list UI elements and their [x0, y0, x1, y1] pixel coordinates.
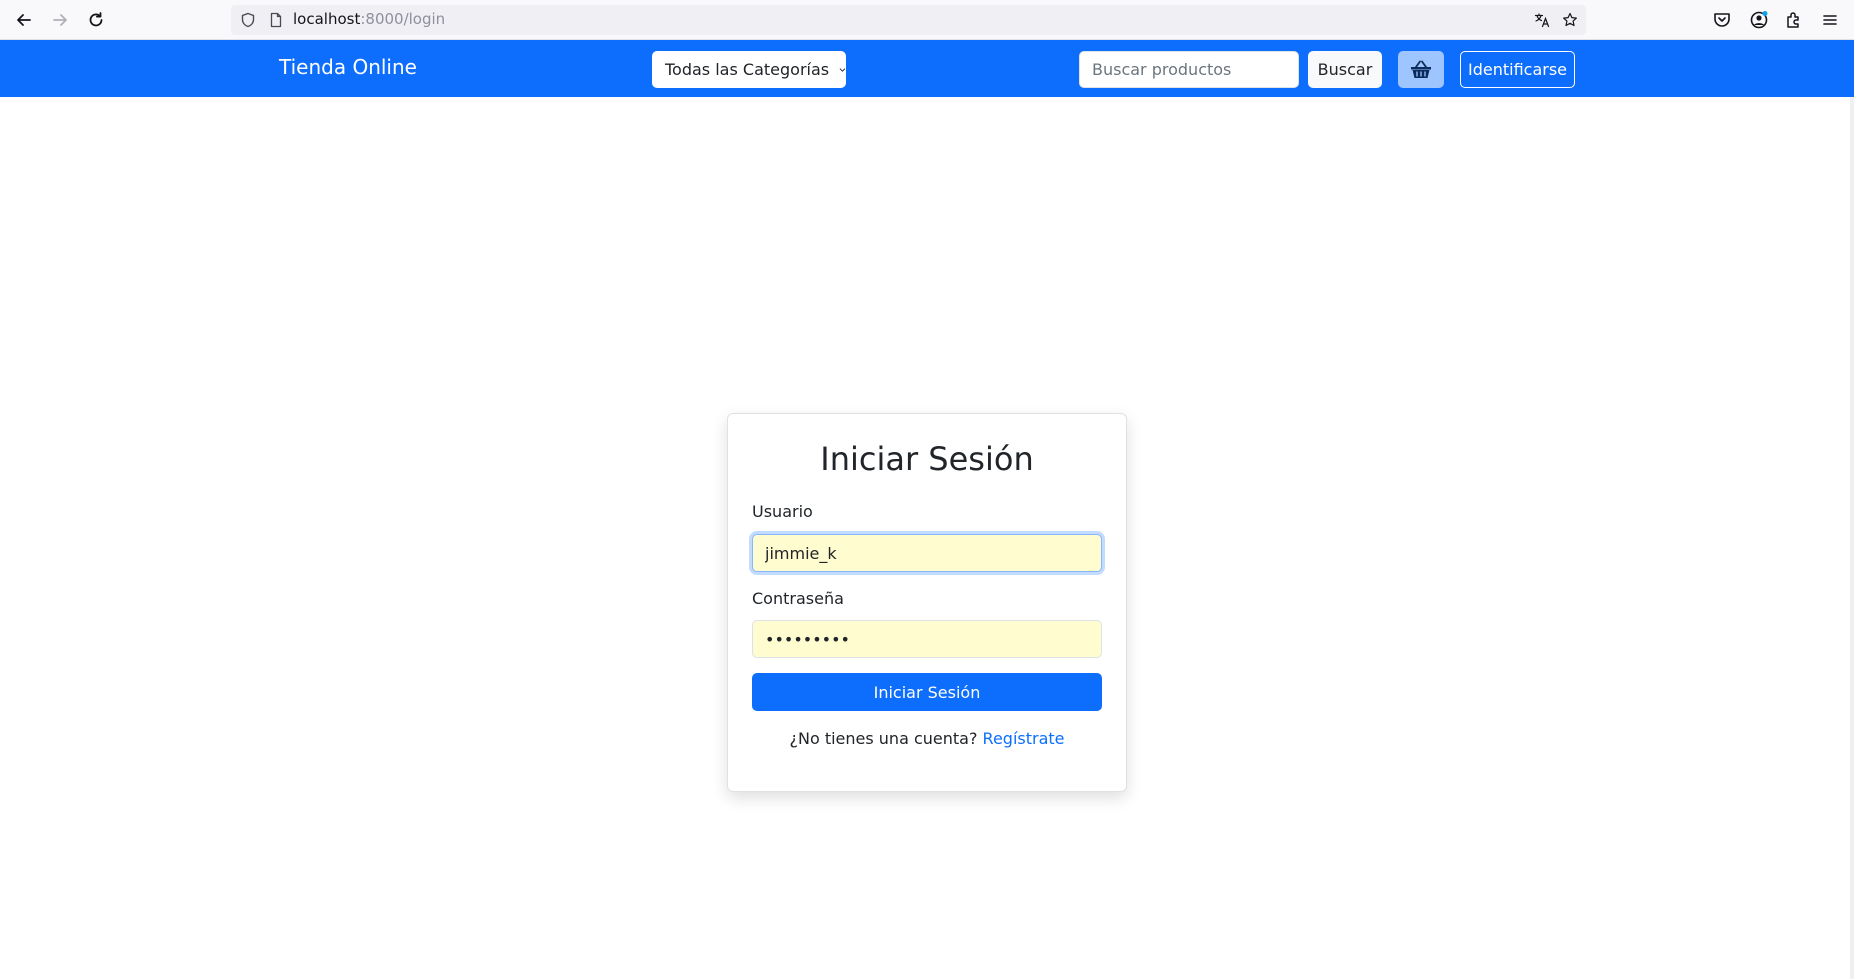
- register-prompt: ¿No tienes una cuenta?: [789, 729, 978, 748]
- bookmark-star-icon[interactable]: [1562, 12, 1578, 28]
- scrollbar[interactable]: [1850, 97, 1854, 979]
- translate-icon[interactable]: [1534, 12, 1550, 28]
- url-host: localhost: [293, 10, 361, 28]
- cart-button[interactable]: [1398, 51, 1444, 88]
- username-field[interactable]: [752, 534, 1102, 572]
- chevron-down-icon: [839, 67, 846, 72]
- page-title: Iniciar Sesión: [820, 440, 1034, 478]
- address-bar[interactable]: localhost:8000/login: [231, 5, 1586, 35]
- back-icon[interactable]: [12, 8, 36, 32]
- page-icon[interactable]: [268, 12, 284, 28]
- shield-icon[interactable]: [240, 12, 256, 28]
- username-label: Usuario: [752, 502, 813, 521]
- extensions-icon[interactable]: [1784, 10, 1804, 30]
- menu-icon[interactable]: [1820, 10, 1840, 30]
- login-nav-button[interactable]: Identificarse: [1460, 51, 1575, 88]
- forward-icon[interactable]: [48, 8, 72, 32]
- site-navbar: Tienda Online Todas las Categorías Busca…: [0, 40, 1854, 97]
- url-text[interactable]: localhost:8000/login: [293, 10, 445, 28]
- password-label: Contraseña: [752, 589, 844, 608]
- password-field[interactable]: [752, 620, 1102, 658]
- pocket-icon[interactable]: [1712, 10, 1732, 30]
- url-path: :8000/login: [360, 10, 446, 28]
- basket-icon: [1411, 60, 1431, 78]
- category-dropdown[interactable]: Todas las Categorías: [652, 51, 846, 88]
- browser-toolbar: localhost:8000/login: [0, 0, 1854, 40]
- reload-icon[interactable]: [84, 8, 108, 32]
- brand-link[interactable]: Tienda Online: [279, 55, 417, 79]
- register-prompt-line: ¿No tienes una cuenta? Regístrate: [728, 729, 1126, 748]
- login-card: Iniciar Sesión Usuario Contraseña Inicia…: [727, 413, 1127, 792]
- search-input[interactable]: [1079, 51, 1299, 88]
- category-dropdown-label: Todas las Categorías: [665, 60, 830, 79]
- account-icon[interactable]: [1749, 10, 1769, 30]
- search-button[interactable]: Buscar: [1308, 51, 1382, 88]
- register-link[interactable]: Regístrate: [983, 729, 1065, 748]
- login-submit-button[interactable]: Iniciar Sesión: [752, 673, 1102, 711]
